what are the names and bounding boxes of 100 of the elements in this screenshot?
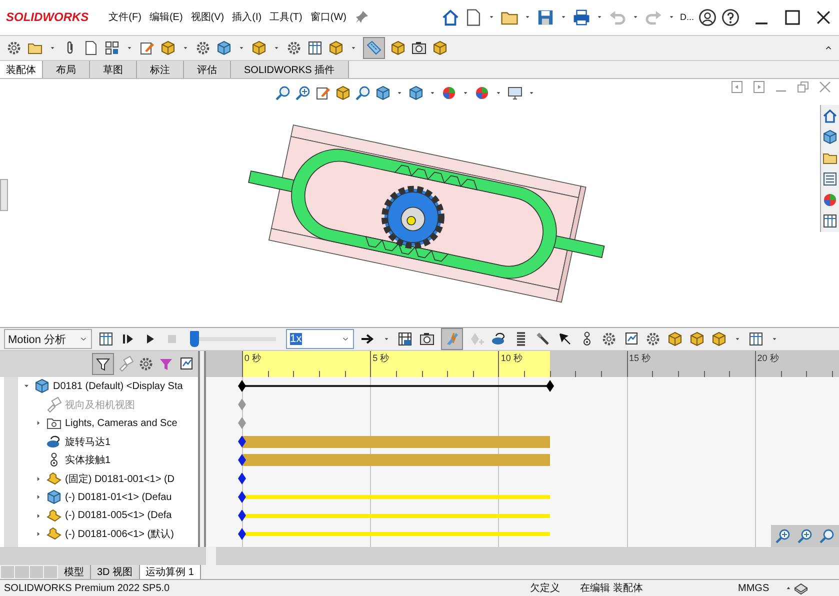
chart-icon[interactable] <box>623 331 639 347</box>
time-label: 15 秒 <box>629 352 651 365</box>
study-type-dropdown[interactable]: Motion 分析 <box>4 329 92 349</box>
globe-icon[interactable] <box>474 85 490 101</box>
document-title: D... <box>680 12 694 22</box>
cube-icon[interactable] <box>160 40 176 56</box>
pencil-icon[interactable] <box>139 40 155 56</box>
command-tab[interactable]: 标注 <box>137 61 184 78</box>
assembly-icon <box>34 378 50 394</box>
grid-icon[interactable] <box>104 40 120 56</box>
previous-view-icon[interactable] <box>729 79 745 95</box>
key-point[interactable] <box>238 491 246 503</box>
tree-item[interactable]: (-) D0181-006<1> (默认) <box>65 527 174 542</box>
command-tab[interactable]: SOLIDWORKS 插件 <box>231 61 349 78</box>
menu-item[interactable]: 编辑(E) <box>149 10 183 24</box>
cube-icon[interactable] <box>667 331 683 347</box>
cube-icon[interactable] <box>251 40 267 56</box>
key-point[interactable] <box>238 528 246 540</box>
calculator-icon[interactable] <box>98 331 114 347</box>
gear-icon[interactable] <box>286 40 302 56</box>
tree-item[interactable]: Lights, Cameras and Sce <box>65 418 178 429</box>
home-icon[interactable] <box>822 108 838 124</box>
gear-icon[interactable] <box>138 356 154 372</box>
assembly-icon[interactable] <box>216 40 232 56</box>
save-icon[interactable] <box>536 8 555 27</box>
slider-thumb[interactable] <box>190 331 199 347</box>
assembly-icon[interactable] <box>375 85 391 101</box>
playback-slider[interactable] <box>190 331 276 347</box>
horizontal-scrollbar[interactable] <box>0 547 206 565</box>
cube-icon[interactable] <box>335 85 351 101</box>
tree-item[interactable]: 旋转马达1 <box>65 434 111 449</box>
document-tab[interactable]: 3D 视图 <box>91 565 140 579</box>
command-tab[interactable]: 评估 <box>184 61 231 78</box>
maximize-icon[interactable] <box>783 8 802 27</box>
command-tab[interactable]: 装配体 <box>0 61 43 78</box>
document-tab[interactable]: 模型 <box>58 565 91 579</box>
panel-handle[interactable] <box>0 179 8 211</box>
menu-item[interactable]: 文件(F) <box>108 10 142 24</box>
zoom-fit-icon[interactable] <box>295 85 311 101</box>
pencil-icon[interactable] <box>315 85 331 101</box>
motor-icon[interactable] <box>491 331 507 347</box>
gear-icon[interactable] <box>601 331 617 347</box>
monitor-icon[interactable] <box>507 85 523 101</box>
camera-icon[interactable] <box>419 331 435 347</box>
cube-icon[interactable] <box>711 331 727 347</box>
printer-icon[interactable] <box>572 8 591 27</box>
key-point[interactable] <box>238 380 246 392</box>
magnifier-icon[interactable] <box>355 85 371 101</box>
camera-icon[interactable] <box>411 40 427 56</box>
globe-icon[interactable] <box>441 85 457 101</box>
pin-icon[interactable] <box>354 9 370 26</box>
tree-item[interactable]: D0181 (Default) <Display Sta <box>53 380 183 392</box>
zoom-out-icon[interactable] <box>819 528 835 544</box>
gear-icon[interactable] <box>6 40 22 56</box>
key-point[interactable] <box>238 472 246 484</box>
key-point[interactable] <box>546 380 554 392</box>
cube-icon[interactable] <box>432 40 448 56</box>
chart-icon[interactable] <box>178 356 194 372</box>
user-icon[interactable] <box>698 8 717 27</box>
vertical-scrollbar[interactable] <box>4 377 18 547</box>
cube-icon[interactable] <box>689 331 705 347</box>
cursor-icon[interactable] <box>557 331 573 347</box>
cube-icon[interactable] <box>390 40 406 56</box>
tree-item[interactable]: (固定) D0181-001<1> (D <box>65 472 174 486</box>
tree-item[interactable]: 实体接触1 <box>65 453 111 468</box>
restore-icon[interactable] <box>795 79 811 95</box>
table-icon[interactable] <box>822 213 838 229</box>
command-tab[interactable]: 草图 <box>90 61 137 78</box>
document-icon[interactable] <box>83 40 99 56</box>
assembly-icon[interactable] <box>822 129 838 145</box>
menu-item[interactable]: 窗口(W) <box>310 10 346 24</box>
tree-item[interactable]: (-) D0181-005<1> (Defa <box>65 510 172 522</box>
menu-item[interactable]: 视图(V) <box>190 10 224 24</box>
assembly-icon[interactable] <box>408 85 424 101</box>
film-icon[interactable] <box>397 331 413 347</box>
zoom-in-icon[interactable] <box>797 528 813 544</box>
cube-icon[interactable] <box>328 40 344 56</box>
zoom-fit-icon[interactable] <box>775 528 791 544</box>
table-icon[interactable] <box>307 40 323 56</box>
key-point[interactable] <box>238 510 246 522</box>
gear-icon[interactable] <box>645 331 661 347</box>
time-label: 0 秒 <box>244 352 261 365</box>
tree-item[interactable]: (-) D0181-01<1> (Defau <box>65 492 172 503</box>
next-view-icon[interactable] <box>751 79 767 95</box>
assembly-icon <box>46 489 62 506</box>
gear-icon[interactable] <box>195 40 211 56</box>
unit-system[interactable]: MMGS <box>738 582 784 594</box>
damper-icon[interactable] <box>535 331 551 347</box>
help-icon[interactable] <box>721 8 740 27</box>
table-icon[interactable] <box>748 331 764 347</box>
command-tab[interactable]: 布局 <box>43 61 90 78</box>
globe-icon[interactable] <box>822 192 838 208</box>
playback-speed-dropdown[interactable]: 1x <box>286 329 354 349</box>
horizontal-scrollbar[interactable] <box>216 547 839 565</box>
home-icon[interactable] <box>440 8 460 27</box>
menu-item[interactable]: 工具(T) <box>270 10 302 24</box>
magnifier-icon[interactable] <box>275 85 291 101</box>
task-panel-icon[interactable] <box>822 171 838 187</box>
document-tab[interactable]: 运动算例 1 <box>140 565 201 579</box>
menu-item[interactable]: 插入(I) <box>232 10 262 24</box>
